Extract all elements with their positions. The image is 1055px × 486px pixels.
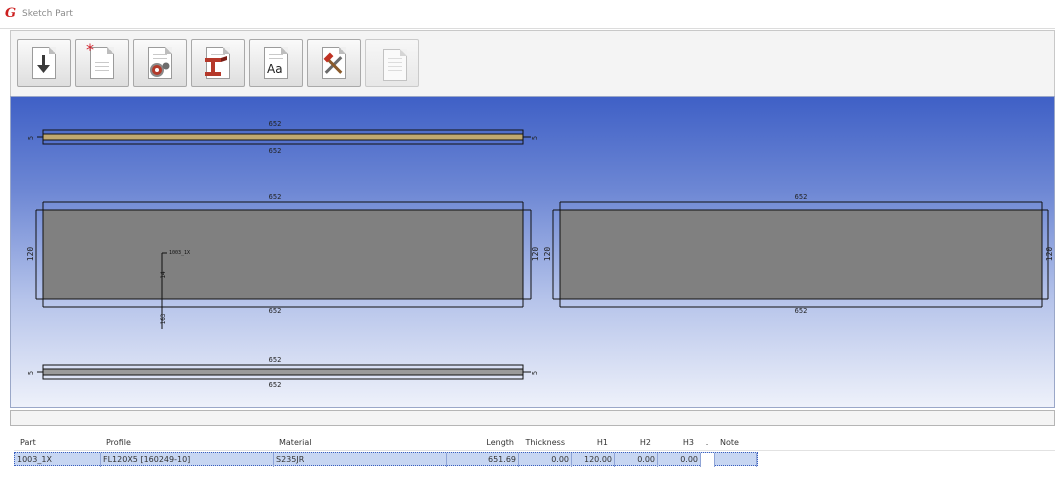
front-view-right-dim: 120 — [531, 247, 540, 262]
header-profile[interactable]: Profile — [106, 436, 276, 450]
window-title: Sketch Part — [22, 9, 73, 19]
bottom-view-left-dim: 5 — [27, 371, 35, 375]
header-h1[interactable]: H1 — [568, 436, 608, 450]
header-length[interactable]: Length — [444, 436, 514, 450]
font-aa-document-icon: Aa — [264, 47, 288, 79]
import-button[interactable] — [17, 39, 71, 87]
top-view-right-dim: 5 — [531, 136, 539, 140]
pages-button[interactable] — [365, 39, 419, 87]
hammer-wrench-icon — [322, 47, 346, 79]
side-view-right-dim: 120 — [1045, 247, 1054, 262]
top-view-left-dim: 5 — [27, 136, 35, 140]
header-h2[interactable]: H2 — [611, 436, 651, 450]
header-flag[interactable]: . — [702, 436, 712, 450]
bottom-view-right-dim: 5 — [531, 371, 539, 375]
text-button-label: Aa — [267, 62, 283, 76]
cell-h2[interactable]: 0.00 — [615, 453, 658, 467]
front-view: 652 652 120 120 1003_1X 14 163 — [26, 193, 540, 329]
part-mark-dim-14: 14 — [160, 271, 167, 279]
front-view-top-dim: 652 — [269, 193, 282, 201]
stacked-documents-icon — [383, 49, 407, 81]
header-part[interactable]: Part — [20, 436, 100, 450]
tools-button[interactable] — [307, 39, 361, 87]
bottom-view-top-dim: 652 — [269, 356, 282, 364]
side-view-top-dim: 652 — [795, 193, 808, 201]
header-h3[interactable]: H3 — [654, 436, 694, 450]
cell-thickness[interactable]: 0.00 — [519, 453, 572, 467]
title-bar: G Sketch Part — [0, 0, 1055, 29]
bottom-view: 652 652 5 5 — [27, 356, 539, 389]
cell-part[interactable]: 1003_1X — [15, 453, 101, 467]
beam-profile-document-icon — [205, 47, 230, 79]
part-mark-dim-163: 163 — [160, 313, 167, 324]
download-arrow-document-icon — [32, 47, 56, 79]
profile-button[interactable] — [191, 39, 245, 87]
drawing-canvas[interactable]: 652 652 5 5 652 652 120 120 1003_1X 14 1… — [10, 96, 1055, 408]
top-view: 652 652 5 5 — [27, 120, 539, 155]
part-mark-label: 1003_1X — [169, 250, 190, 256]
side-view-left-dim: 120 — [543, 247, 552, 262]
cell-flag-checkbox[interactable] — [701, 453, 715, 467]
side-view-bottom-dim: 652 — [795, 307, 808, 315]
top-view-bottom-dim: 652 — [269, 147, 282, 155]
cell-h3[interactable]: 0.00 — [658, 453, 701, 467]
parts-table: Part Profile Material Length Thickness H… — [14, 432, 1055, 486]
cell-length[interactable]: 651.69 — [447, 453, 519, 467]
settings-button[interactable] — [133, 39, 187, 87]
bottom-view-bottom-dim: 652 — [269, 381, 282, 389]
table-row[interactable]: 1003_1X FL120X5 [160249-10] S235JR 651.6… — [14, 452, 758, 467]
text-button[interactable]: Aa — [249, 39, 303, 87]
cell-note[interactable] — [715, 453, 757, 467]
header-material[interactable]: Material — [279, 436, 449, 450]
top-view-top-dim: 652 — [269, 120, 282, 128]
status-bar — [10, 410, 1055, 426]
header-thickness[interactable]: Thickness — [517, 436, 565, 450]
cell-material[interactable]: S235JR — [274, 453, 447, 467]
cell-profile[interactable]: FL120X5 [160249-10] — [101, 453, 274, 467]
table-header: Part Profile Material Length Thickness H… — [14, 436, 1055, 451]
new-document-star-icon: * — [86, 42, 114, 79]
new-button[interactable]: * — [75, 39, 129, 87]
front-view-bottom-dim: 652 — [269, 307, 282, 315]
header-note[interactable]: Note — [720, 436, 760, 450]
toolbar-area: * Aa — [10, 30, 1055, 96]
app-logo-icon: G — [5, 6, 17, 21]
side-view: 652 652 120 120 — [543, 193, 1054, 315]
gear-document-icon — [148, 47, 172, 79]
cell-h1[interactable]: 120.00 — [572, 453, 615, 467]
svg-text:*: * — [86, 42, 94, 56]
toolbar: * Aa — [17, 39, 419, 87]
front-view-left-dim: 120 — [26, 247, 35, 262]
